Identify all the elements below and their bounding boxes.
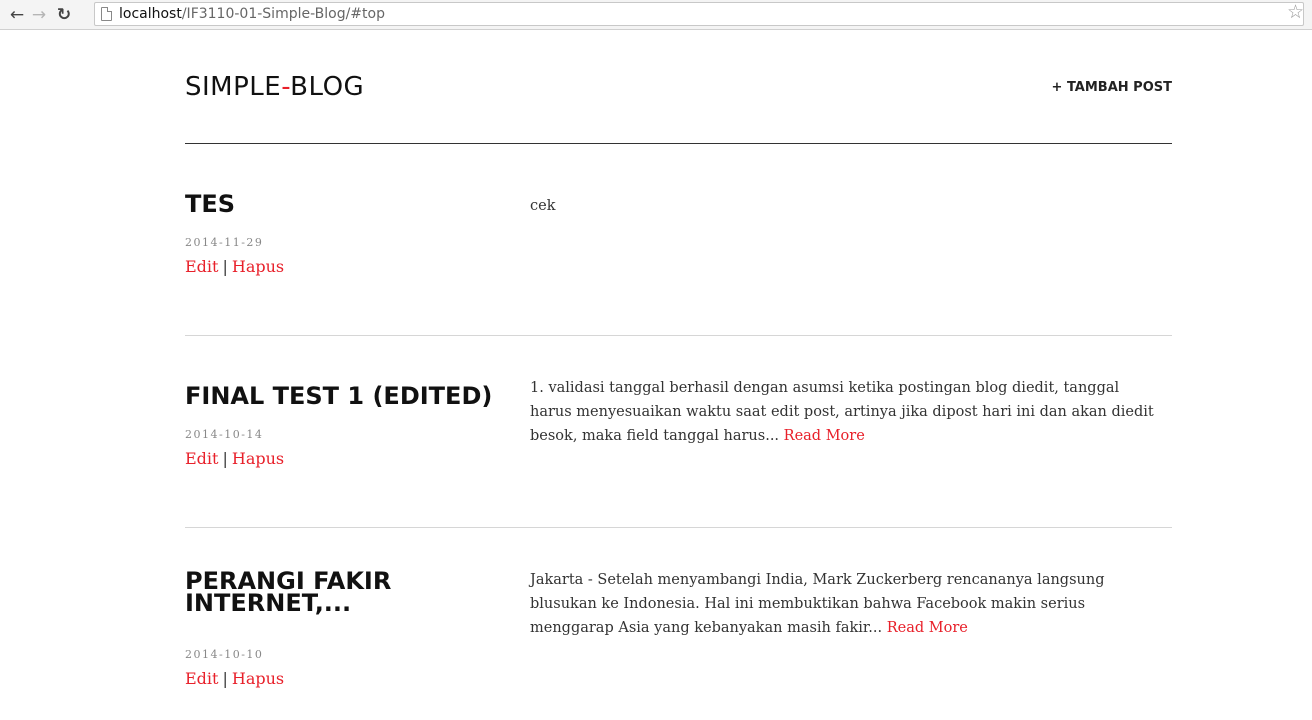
post-actions: Edit | Hapus bbox=[185, 449, 284, 468]
add-post-link[interactable]: + TAMBAH POST bbox=[1052, 80, 1172, 95]
post-excerpt: 1. validasi tanggal berhasil dengan asum… bbox=[530, 376, 1160, 448]
post-date: 2014-10-14 bbox=[185, 428, 264, 441]
post-title[interactable]: TES bbox=[185, 192, 505, 216]
post-actions: Edit | Hapus bbox=[185, 257, 284, 276]
action-separator: | bbox=[222, 669, 228, 688]
delete-link[interactable]: Hapus bbox=[232, 669, 284, 688]
star-icon[interactable]: ☆ bbox=[1287, 1, 1304, 23]
delete-link[interactable]: Hapus bbox=[232, 257, 284, 276]
action-separator: | bbox=[222, 449, 228, 468]
url-path: /IF3110-01-Simple-Blog/#top bbox=[181, 6, 385, 22]
browser-toolbar: ← → ↻ localhost/IF3110-01-Simple-Blog/#t… bbox=[0, 0, 1312, 30]
post-excerpt: cek bbox=[530, 194, 1160, 218]
arrow-left-icon[interactable]: ← bbox=[6, 4, 28, 26]
post-item: PERANGI FAKIR INTERNET,... 2014-10-10 Ed… bbox=[185, 528, 1172, 720]
reload-icon[interactable]: ↻ bbox=[53, 4, 75, 26]
delete-link[interactable]: Hapus bbox=[232, 449, 284, 468]
post-list: TES 2014-11-29 Edit | Hapus cek FINAL TEST… bbox=[185, 144, 1172, 720]
read-more-link[interactable]: Read More bbox=[887, 620, 968, 636]
post-excerpt-text: cek bbox=[530, 198, 556, 214]
logo-text-simple: SIMPLE bbox=[185, 72, 282, 102]
read-more-link[interactable]: Read More bbox=[784, 428, 865, 444]
post-title[interactable]: PERANGI FAKIR INTERNET,... bbox=[185, 569, 505, 615]
post-excerpt: Jakarta - Setelah menyambangi India, Mar… bbox=[530, 568, 1160, 640]
logo-dash: - bbox=[281, 72, 291, 102]
site-logo[interactable]: SIMPLE-BLOG bbox=[185, 72, 364, 102]
edit-link[interactable]: Edit bbox=[185, 257, 218, 276]
post-item: FINAL TEST 1 (EDITED) 2014-10-14 Edit | Ha… bbox=[185, 336, 1172, 528]
post-date: 2014-10-10 bbox=[185, 648, 264, 661]
arrow-right-icon[interactable]: → bbox=[28, 4, 50, 26]
page-icon bbox=[101, 7, 112, 21]
post-title[interactable]: FINAL TEST 1 (EDITED) bbox=[185, 384, 515, 408]
address-bar[interactable]: localhost/IF3110-01-Simple-Blog/#top bbox=[94, 2, 1304, 26]
action-separator: | bbox=[222, 257, 228, 276]
post-item: TES 2014-11-29 Edit | Hapus cek bbox=[185, 144, 1172, 336]
post-date: 2014-11-29 bbox=[185, 236, 264, 249]
page-container: SIMPLE-BLOG + TAMBAH POST TES 2014-11-29… bbox=[185, 30, 1172, 720]
url-host: localhost bbox=[119, 6, 182, 22]
post-excerpt-text: Jakarta - Setelah menyambangi India, Mar… bbox=[530, 572, 1105, 636]
site-header: SIMPLE-BLOG + TAMBAH POST bbox=[185, 30, 1172, 144]
post-actions: Edit | Hapus bbox=[185, 669, 284, 688]
edit-link[interactable]: Edit bbox=[185, 449, 218, 468]
logo-text-blog: BLOG bbox=[290, 72, 365, 102]
edit-link[interactable]: Edit bbox=[185, 669, 218, 688]
